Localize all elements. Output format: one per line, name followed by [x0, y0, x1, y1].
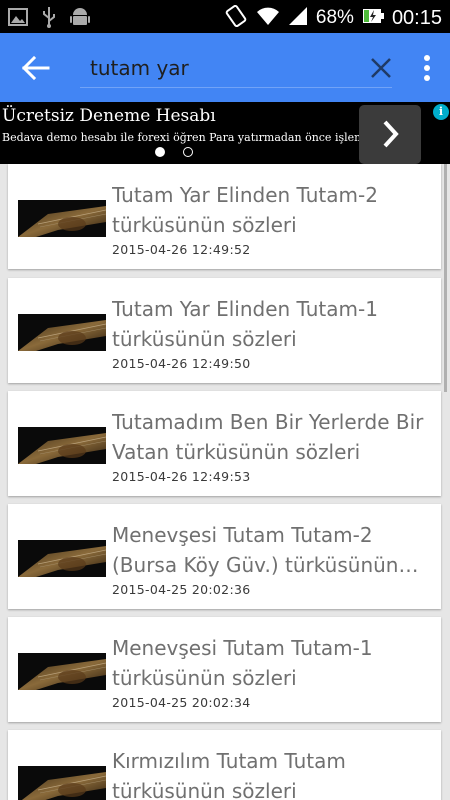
ad-page-indicator: [155, 147, 193, 157]
search-input[interactable]: [80, 48, 392, 88]
list-item[interactable]: Menevşesi Tutam Tutam-2 (Bursa Köy Güv.) …: [8, 504, 441, 609]
ad-page-dot: [155, 147, 165, 157]
list-item[interactable]: Tutamadım Ben Bir Yerlerde Bir Vatan türk…: [8, 391, 441, 496]
ad-banner[interactable]: Ücretsiz Deneme Hesabı Bedava demo hesab…: [0, 102, 450, 164]
ad-next-button[interactable]: [359, 105, 421, 164]
close-icon[interactable]: [368, 55, 394, 81]
ad-page-dot: [183, 147, 193, 157]
item-title: Tutamadım Ben Bir Yerlerde Bir Vatan türk…: [112, 410, 424, 464]
item-title: Tutam Yar Elinden Tutam-1 türküsünün sözl…: [112, 297, 378, 351]
clock: 00:15: [391, 7, 442, 29]
status-bar: 68% 00:15: [0, 0, 450, 33]
more-vert-icon[interactable]: [421, 54, 433, 82]
item-title: Kırmızılım Tutam Tutam türküsünün sözleri: [112, 749, 346, 800]
item-title: Menevşesi Tutam Tutam-2 (Bursa Köy Güv.) …: [112, 523, 419, 577]
item-date: 2015-04-26 12:49:53: [112, 469, 251, 484]
thumbnail-image: [18, 653, 106, 690]
ad-description: Bedava demo hesabı ile forexi öğren Para…: [2, 131, 388, 144]
chevron-right-icon: [383, 120, 399, 148]
thumbnail-image: [18, 766, 106, 800]
scrollbar-thumb[interactable]: [444, 164, 447, 392]
thumbnail-image: [18, 540, 106, 577]
item-date: 2015-04-25 20:02:34: [112, 695, 251, 710]
app-bar: [0, 33, 450, 102]
wifi-icon: [256, 6, 280, 30]
vibrate-icon: [224, 4, 248, 31]
thumbnail-image: [18, 314, 106, 351]
image-icon: [8, 8, 28, 30]
item-date: 2015-04-25 20:02:36: [112, 582, 251, 597]
list-item[interactable]: Tutam Yar Elinden Tutam-1 türküsünün sözl…: [8, 278, 441, 383]
results-list[interactable]: Tutam Yar Elinden Tutam-2 türküsünün sözl…: [0, 164, 450, 800]
battery-percent: 68%: [315, 7, 354, 28]
thumbnail-image: [18, 200, 106, 237]
item-title: Tutam Yar Elinden Tutam-2 türküsünün sözl…: [112, 183, 378, 237]
list-item[interactable]: Tutam Yar Elinden Tutam-2 türküsünün sözl…: [8, 164, 441, 269]
list-item[interactable]: Menevşesi Tutam Tutam-1 türküsünün sözler…: [8, 617, 441, 722]
android-icon: [70, 6, 90, 32]
item-date: 2015-04-26 12:49:52: [112, 242, 251, 257]
signal-icon: [288, 6, 308, 30]
ad-info-icon[interactable]: i: [433, 104, 449, 120]
ad-title: Ücretsiz Deneme Hesabı: [2, 106, 216, 126]
item-title: Menevşesi Tutam Tutam-1 türküsünün sözler…: [112, 636, 373, 690]
item-date: 2015-04-26 12:49:50: [112, 356, 251, 371]
battery-charging-icon: [362, 7, 384, 29]
list-item[interactable]: Kırmızılım Tutam Tutam türküsünün sözleri: [8, 730, 441, 800]
usb-icon: [42, 6, 56, 32]
arrow-left-icon[interactable]: [20, 53, 52, 83]
thumbnail-image: [18, 427, 106, 464]
